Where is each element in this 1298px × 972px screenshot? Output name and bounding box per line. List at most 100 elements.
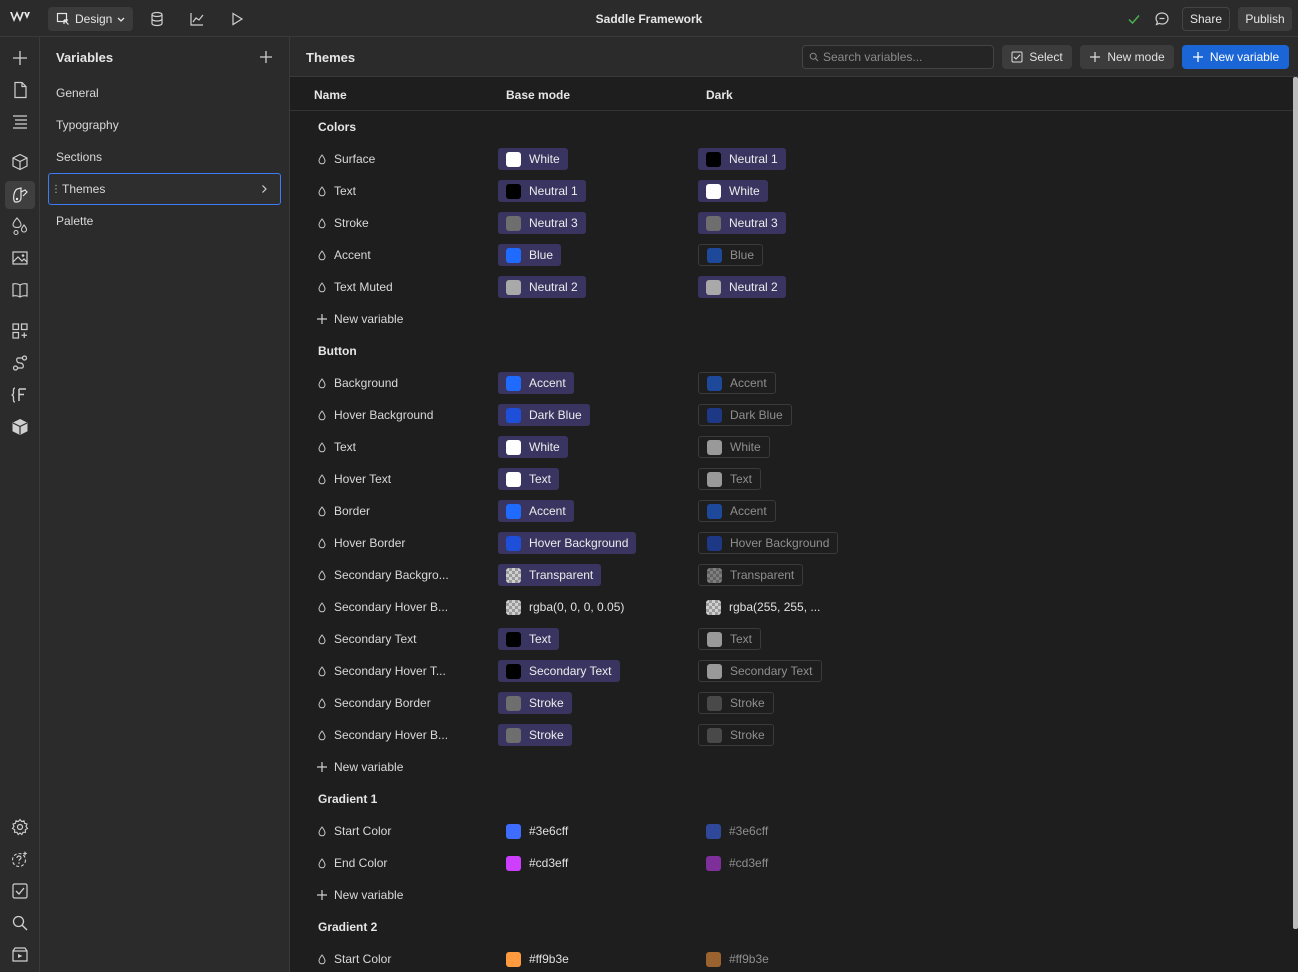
table-row[interactable]: Secondary Text Text Text xyxy=(290,623,1293,655)
variable-value-chip[interactable]: Transparent xyxy=(698,564,804,586)
variable-value-chip[interactable]: Neutral 2 xyxy=(498,276,586,298)
table-row[interactable]: Text Neutral 1 White xyxy=(290,175,1293,207)
table-row[interactable]: Hover Text Text Text xyxy=(290,463,1293,495)
collection-themes[interactable]: ⋮ Themes xyxy=(48,173,281,205)
variable-value-chip[interactable]: Neutral 3 xyxy=(498,212,586,234)
variable-value-chip[interactable]: Transparent xyxy=(498,564,602,586)
variable-name[interactable]: Surface xyxy=(318,152,375,166)
column-base-mode[interactable]: Base mode xyxy=(506,88,570,102)
variable-name[interactable]: Start Color xyxy=(318,952,391,966)
new-mode-button[interactable]: New mode xyxy=(1080,45,1174,69)
table-row[interactable]: Hover Background Dark Blue Dark Blue xyxy=(290,399,1293,431)
variable-value-chip[interactable]: #3e6cff xyxy=(498,820,576,842)
table-row[interactable]: Secondary Hover B... rgba(0, 0, 0, 0.05) r… xyxy=(290,591,1293,623)
variable-name[interactable]: Hover Background xyxy=(318,408,433,422)
add-variable-button[interactable]: New variable xyxy=(316,888,403,902)
share-button[interactable]: Share xyxy=(1182,7,1230,31)
variable-name[interactable]: Secondary Hover T... xyxy=(318,664,446,678)
add-variable-button[interactable]: New variable xyxy=(316,760,403,774)
marketplace-box-icon[interactable] xyxy=(10,417,30,437)
collection-sections[interactable]: Sections xyxy=(48,141,281,173)
group-header-row[interactable]: Button xyxy=(290,335,1293,367)
apps-icon[interactable] xyxy=(10,321,30,341)
drag-handle-icon[interactable]: ⋮ xyxy=(51,184,61,195)
variable-value-chip[interactable]: Stroke xyxy=(498,692,572,714)
collection-typography[interactable]: Typography xyxy=(48,109,281,141)
table-row[interactable]: Background Accent Accent xyxy=(290,367,1293,399)
variable-name[interactable]: Border xyxy=(318,504,370,518)
column-dark-mode[interactable]: Dark xyxy=(706,88,733,102)
table-row[interactable]: Border Accent Accent xyxy=(290,495,1293,527)
variable-value-chip[interactable]: Accent xyxy=(698,500,776,522)
variable-value-chip[interactable]: Text xyxy=(498,468,560,490)
variable-name[interactable]: Start Color xyxy=(318,824,391,838)
variables-icon[interactable] xyxy=(5,181,35,209)
search-input[interactable]: Search variables... xyxy=(802,45,994,69)
variable-name[interactable]: Secondary Text xyxy=(318,632,417,646)
collection-palette[interactable]: Palette xyxy=(48,205,281,237)
video-tutorials-icon[interactable] xyxy=(10,945,30,965)
vertical-scrollbar[interactable] xyxy=(1293,77,1298,929)
table-row[interactable]: End Color #cd3eff #cd3eff xyxy=(290,847,1293,879)
logic-flow-icon[interactable] xyxy=(10,353,30,373)
pages-icon[interactable] xyxy=(10,80,30,100)
variable-value-chip[interactable]: Blue xyxy=(698,244,764,266)
variable-name[interactable]: Secondary Hover B... xyxy=(318,600,448,614)
variable-value-chip[interactable]: Secondary Text xyxy=(498,660,620,682)
variable-value-chip[interactable]: Text xyxy=(698,628,762,650)
table-row[interactable]: Text White White xyxy=(290,431,1293,463)
table-row[interactable]: Hover Border Hover Background Hover Backgr… xyxy=(290,527,1293,559)
variable-value-chip[interactable]: Text xyxy=(698,468,762,490)
table-row[interactable]: Secondary Hover B... Stroke Stroke xyxy=(290,719,1293,751)
variable-value-chip[interactable]: White xyxy=(498,148,568,170)
table-row[interactable]: Stroke Neutral 3 Neutral 3 xyxy=(290,207,1293,239)
variable-name[interactable]: Secondary Backgro... xyxy=(318,568,449,582)
add-collection-icon[interactable] xyxy=(258,49,274,65)
new-variable-button[interactable]: New variable xyxy=(1182,45,1289,69)
variable-value-chip[interactable]: Hover Background xyxy=(498,532,637,554)
variable-name[interactable]: Hover Border xyxy=(318,536,405,550)
variable-name[interactable]: Secondary Border xyxy=(318,696,431,710)
styles-drops-icon[interactable] xyxy=(10,216,30,236)
variable-value-chip[interactable]: rgba(0, 0, 0, 0.05) xyxy=(498,596,632,618)
table-row[interactable]: Secondary Hover T... Secondary Text Second… xyxy=(290,655,1293,687)
group-header-row[interactable]: Colors xyxy=(290,111,1293,143)
variable-value-chip[interactable]: Neutral 2 xyxy=(698,276,786,298)
variable-value-chip[interactable]: #cd3eff xyxy=(498,852,576,874)
table-row[interactable]: Surface White Neutral 1 xyxy=(290,143,1293,175)
assets-image-icon[interactable] xyxy=(10,248,30,268)
comments-icon[interactable] xyxy=(1154,11,1170,30)
table-row[interactable]: Text Muted Neutral 2 Neutral 2 xyxy=(290,271,1293,303)
variable-name[interactable]: Secondary Hover B... xyxy=(318,728,448,742)
help-icon[interactable] xyxy=(10,849,30,869)
variable-value-chip[interactable]: rgba(255, 255, ... xyxy=(698,596,828,618)
variable-value-chip[interactable]: White xyxy=(698,436,770,458)
audit-checkbox-icon[interactable] xyxy=(10,881,30,901)
variable-value-chip[interactable]: Accent xyxy=(498,372,574,394)
variable-value-chip[interactable]: Dark Blue xyxy=(498,404,590,426)
table-row[interactable]: Start Color #ff9b3e #ff9b3e xyxy=(290,943,1293,972)
variable-value-chip[interactable]: Blue xyxy=(498,244,562,266)
variable-value-chip[interactable]: Stroke xyxy=(698,692,774,714)
variable-name[interactable]: Background xyxy=(318,376,398,390)
add-elements-icon[interactable] xyxy=(10,48,30,68)
variable-value-chip[interactable]: Hover Background xyxy=(698,532,839,554)
table-row[interactable]: Secondary Border Stroke Stroke xyxy=(290,687,1293,719)
variable-value-chip[interactable]: White xyxy=(498,436,568,458)
code-fonts-icon[interactable] xyxy=(10,385,30,405)
table-row[interactable]: Start Color #3e6cff #3e6cff xyxy=(290,815,1293,847)
variable-value-chip[interactable]: Text xyxy=(498,628,560,650)
variable-value-chip[interactable]: Stroke xyxy=(698,724,774,746)
variable-value-chip[interactable]: #cd3eff xyxy=(698,852,776,874)
add-variable-button[interactable]: New variable xyxy=(316,312,403,326)
variable-value-chip[interactable]: #3e6cff xyxy=(698,820,776,842)
publish-button[interactable]: Publish xyxy=(1238,7,1292,31)
collection-general[interactable]: General xyxy=(48,77,281,109)
settings-gear-icon[interactable] xyxy=(10,817,30,837)
variable-name[interactable]: Stroke xyxy=(318,216,369,230)
group-header-row[interactable]: Gradient 2 xyxy=(290,911,1293,943)
variable-name[interactable]: Accent xyxy=(318,248,371,262)
variable-value-chip[interactable]: #ff9b3e xyxy=(498,948,577,970)
search-icon[interactable] xyxy=(10,913,30,933)
variable-value-chip[interactable]: Neutral 1 xyxy=(498,180,586,202)
